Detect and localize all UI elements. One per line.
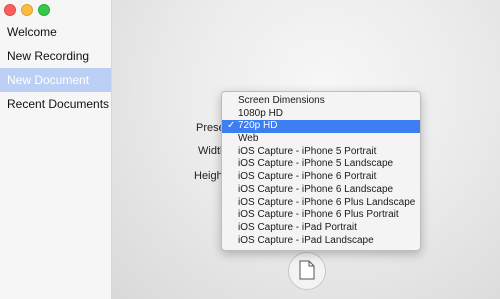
sidebar-item-welcome[interactable]: Welcome (0, 20, 111, 44)
menu-item-1080p-hd[interactable]: 1080p HD (222, 108, 420, 121)
menu-item-screen-dimensions[interactable]: Screen Dimensions (222, 95, 420, 108)
close-window-button[interactable] (4, 4, 16, 16)
zoom-window-button[interactable] (38, 4, 50, 16)
sidebar-item-new-recording[interactable]: New Recording (0, 44, 111, 68)
menu-item-iphone-5-portrait[interactable]: iOS Capture - iPhone 5 Portrait (222, 146, 420, 159)
sidebar-item-recent-documents[interactable]: Recent Documents (0, 92, 111, 116)
window-controls (4, 4, 50, 16)
menu-item-web[interactable]: Web (222, 133, 420, 146)
menu-item-iphone-5-landscape[interactable]: iOS Capture - iPhone 5 Landscape (222, 158, 420, 171)
minimize-window-button[interactable] (21, 4, 33, 16)
menu-item-iphone-6-plus-portrait[interactable]: iOS Capture - iPhone 6 Plus Portrait (222, 209, 420, 222)
menu-item-720p-hd[interactable]: ✓ 720p HD (222, 120, 420, 134)
menu-item-ipad-portrait[interactable]: iOS Capture - iPad Portrait (222, 222, 420, 235)
menu-item-iphone-6-plus-landscape[interactable]: iOS Capture - iPhone 6 Plus Landscape (222, 197, 420, 210)
create-document-button[interactable] (288, 252, 326, 290)
document-icon (299, 260, 315, 283)
preset-dropdown-menu: Screen Dimensions 1080p HD ✓ 720p HD Web… (221, 91, 421, 251)
sidebar-item-new-document[interactable]: New Document (0, 68, 111, 92)
menu-item-label: 720p HD (238, 120, 278, 132)
menu-item-iphone-6-portrait[interactable]: iOS Capture - iPhone 6 Portrait (222, 171, 420, 184)
menu-item-ipad-landscape[interactable]: iOS Capture - iPad Landscape (222, 235, 420, 248)
sidebar-nav: Welcome New Recording New Document Recen… (0, 20, 111, 116)
sidebar: Welcome New Recording New Document Recen… (0, 0, 112, 299)
checkmark-icon: ✓ (227, 120, 236, 132)
menu-item-iphone-6-landscape[interactable]: iOS Capture - iPhone 6 Landscape (222, 184, 420, 197)
